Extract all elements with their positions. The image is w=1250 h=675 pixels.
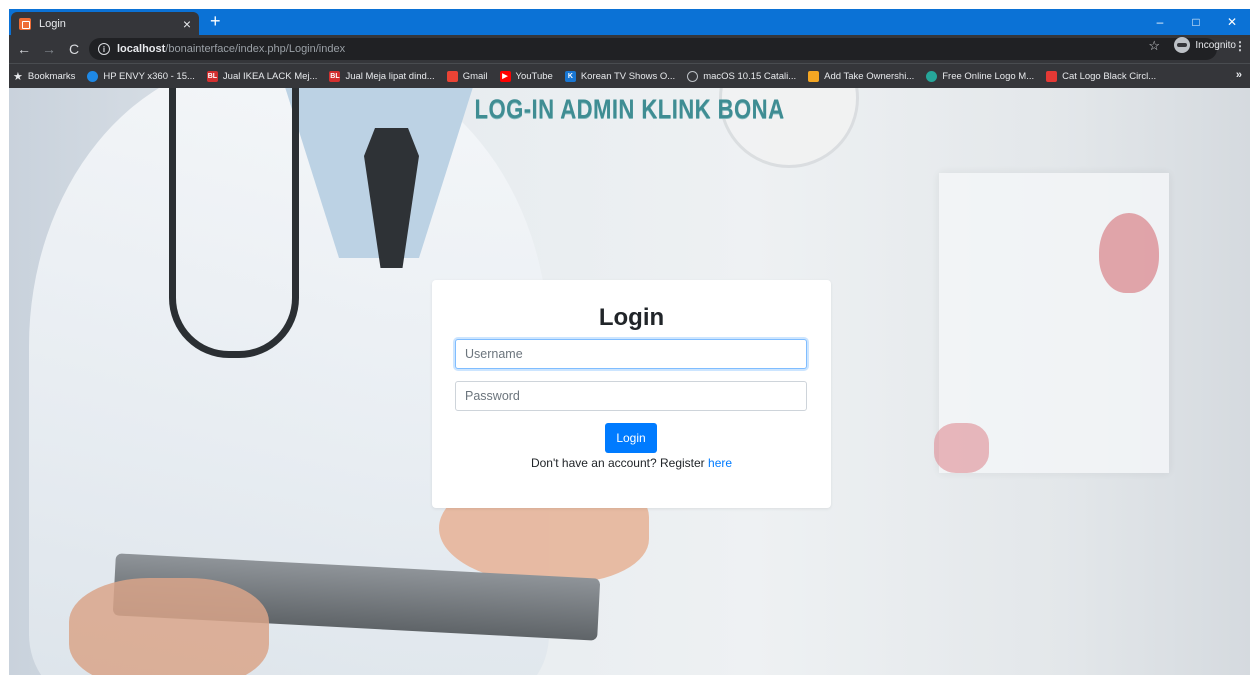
bl-icon: BL — [206, 70, 218, 82]
forward-arrow-icon[interactable]: → — [39, 41, 59, 57]
bookmark-label: Add Take Ownershi... — [824, 70, 915, 82]
bookmarks-bar: ★ Bookmarks HP ENVY x360 - 15... BL Jual … — [9, 63, 1250, 88]
new-tab-button[interactable]: + — [210, 11, 221, 31]
bookmark-item[interactable]: K Korean TV Shows O... — [564, 70, 676, 82]
browser-toolbar: ← → C i localhost /bonainterface/index.p… — [9, 35, 1250, 63]
info-icon[interactable]: i — [98, 43, 110, 55]
favicon-icon — [19, 17, 31, 30]
tab-close-icon[interactable]: × — [183, 17, 191, 31]
bookmarks-label: Bookmarks — [27, 70, 76, 82]
bookmarks-overflow-icon[interactable]: » — [1236, 69, 1242, 81]
bookmark-label: macOS 10.15 Catali... — [703, 70, 797, 82]
browser-window: Login × + – □ ✕ ← → C i localhost /bonai… — [9, 9, 1250, 675]
bookmark-item[interactable]: ▶ YouTube — [499, 70, 553, 82]
tab-bar: Login × + – □ ✕ — [9, 9, 1250, 35]
gmail-icon — [446, 70, 458, 82]
url-path: /bonainterface/index.php/Login/index — [165, 43, 346, 55]
address-bar[interactable]: i localhost /bonainterface/index.php/Log… — [89, 38, 1217, 60]
youtube-icon: ▶ — [499, 70, 511, 82]
incognito-icon — [1174, 37, 1191, 53]
k-icon: K — [564, 70, 576, 82]
page-content: LOG-IN ADMIN KLINK BONA Login Login Don'… — [9, 88, 1250, 675]
bookmark-label: Jual Meja lipat dind... — [345, 70, 435, 82]
bookmark-item[interactable]: BL Jual IKEA LACK Mej... — [206, 70, 318, 82]
tab-title: Login — [39, 17, 66, 30]
bookmark-label: Jual IKEA LACK Mej... — [222, 70, 318, 82]
bookmark-label: Gmail — [462, 70, 488, 82]
background-lung — [934, 423, 989, 473]
incognito-label: Incognito — [1195, 39, 1236, 51]
background-heart — [1099, 213, 1159, 293]
register-text: Don't have an account? Register here — [432, 456, 831, 470]
background-stethoscope — [169, 88, 299, 358]
background-hand — [69, 578, 269, 675]
logo-icon — [926, 70, 938, 82]
close-window-button[interactable]: ✕ — [1214, 9, 1250, 35]
bookmark-label: Korean TV Shows O... — [580, 70, 676, 82]
bookmark-star-icon[interactable]: ☆ — [1148, 38, 1160, 54]
bookmark-item[interactable]: Gmail — [446, 70, 488, 82]
minimize-button[interactable]: – — [1142, 9, 1178, 35]
login-button[interactable]: Login — [605, 423, 657, 453]
register-link[interactable]: here — [708, 456, 732, 470]
maximize-button[interactable]: □ — [1178, 9, 1214, 35]
puzzle-icon — [808, 70, 820, 82]
bl-icon: BL — [329, 70, 341, 82]
password-input[interactable] — [455, 381, 807, 411]
bookmarks-folder[interactable]: ★ Bookmarks — [13, 70, 75, 83]
globe-icon — [687, 70, 699, 82]
menu-dots-icon[interactable]: ⋮ — [1234, 39, 1246, 53]
bookmark-label: Free Online Logo M... — [942, 70, 1035, 82]
bookmark-label: Cat Logo Black Circl... — [1062, 70, 1157, 82]
url-host: localhost — [117, 43, 166, 55]
bookmark-item[interactable]: HP ENVY x360 - 15... — [87, 70, 195, 82]
register-prompt: Don't have an account? Register — [530, 456, 709, 470]
back-arrow-icon[interactable]: ← — [14, 41, 34, 57]
star-icon: ★ — [13, 70, 23, 83]
reload-icon[interactable]: C — [64, 41, 84, 57]
page-heading: LOG-IN ADMIN KLINK BONA — [474, 94, 785, 124]
tab-login[interactable]: Login × — [11, 12, 199, 35]
window-controls: – □ ✕ — [1142, 9, 1250, 35]
bookmark-item[interactable]: macOS 10.15 Catali... — [687, 70, 797, 82]
bookmark-label: HP ENVY x360 - 15... — [103, 70, 195, 82]
bookmark-item[interactable]: BL Jual Meja lipat dind... — [329, 70, 435, 82]
username-input[interactable] — [455, 339, 807, 369]
login-title: Login — [598, 304, 665, 331]
bookmark-item[interactable]: Free Online Logo M... — [926, 70, 1035, 82]
bookmark-label: YouTube — [515, 70, 553, 82]
login-card: Login Login Don't have an account? Regis… — [432, 280, 831, 508]
bookmark-item[interactable]: Cat Logo Black Circl... — [1046, 70, 1157, 82]
cat-logo-icon — [1046, 70, 1058, 82]
hp-icon — [87, 70, 99, 82]
bookmark-item[interactable]: Add Take Ownershi... — [808, 70, 915, 82]
incognito-badge[interactable]: Incognito — [1174, 37, 1236, 53]
